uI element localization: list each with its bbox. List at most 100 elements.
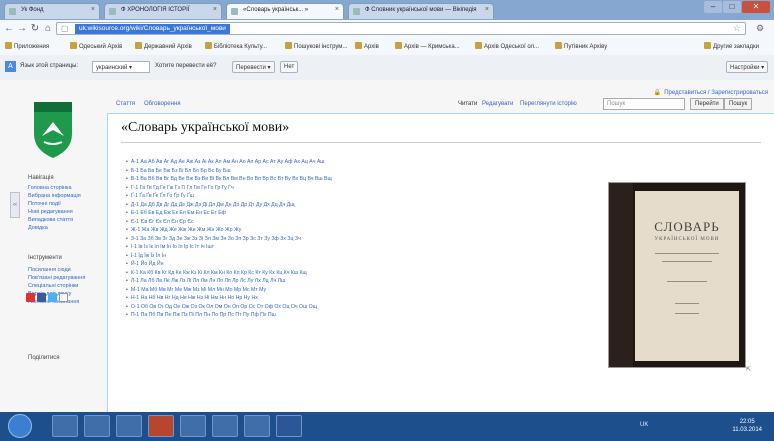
sidebar-link[interactable]: Нові редагування — [28, 209, 73, 215]
ie-icon[interactable] — [52, 415, 78, 437]
letter-links[interactable]: Ї-1 Їд Їж Їз Їл Їн — [131, 253, 166, 259]
bookmark-item[interactable]: Архів — [355, 42, 379, 50]
letter-links[interactable]: Ґ-1 Ґа Ґв Ґе Ґл Ґо Ґр Ґу Ґш — [131, 193, 194, 199]
back-icon[interactable]: ← — [3, 22, 15, 35]
home-icon[interactable]: ⌂ — [42, 22, 54, 35]
translate-settings-button[interactable]: Настройки ▾ — [726, 61, 769, 73]
close-window-icon[interactable]: ✕ — [742, 1, 770, 13]
chrome-icon[interactable] — [180, 415, 206, 437]
close-icon[interactable]: × — [335, 6, 339, 13]
bookmark-item[interactable]: Архів Одеської ол... — [475, 42, 539, 50]
more-icon[interactable] — [59, 293, 68, 302]
letter-links[interactable]: Д-1 Да Дб Дв Дг Дд Де Дж Дз Ді Дл Дм Дн … — [131, 202, 295, 208]
letter-links[interactable]: А-1 Аа Аб Ав Аг Ад Ае Аж Аз Аі Ак Ал Ам … — [131, 159, 325, 165]
url-text[interactable]: uk.wikisource.org/wiki/Словарь_українськ… — [75, 24, 230, 34]
forward-icon[interactable]: → — [16, 22, 28, 35]
letter-links[interactable]: О-1 Об Ов Ог Од Ое Ож Оз Ок Ол Ом Он Оп … — [131, 304, 317, 310]
tray-lang[interactable]: UK — [640, 422, 648, 428]
star-icon[interactable]: ☆ — [733, 23, 741, 34]
browser-tab[interactable]: Ук Фонд × — [4, 3, 100, 19]
letter-links[interactable]: Ж-1 Жа Жв Жд Же Жж Жи Жм Жн Жо Жр Жу — [131, 227, 242, 233]
app-icon[interactable] — [244, 415, 270, 437]
reload-icon[interactable]: ↻ — [29, 22, 41, 35]
no-translate-button[interactable]: Нет — [280, 61, 299, 73]
bullet-icon: • — [126, 295, 128, 301]
bookmark-item[interactable]: Архів — Кримська... — [395, 42, 460, 50]
sidebar-link[interactable]: Пов'язані редагування — [28, 275, 85, 281]
enlarge-icon[interactable]: ⇱ — [746, 366, 751, 373]
letter-links[interactable]: І-1 Ів Із Ік Іл Ім Ін Іо Іп Ір Іс Іт Іч … — [131, 244, 214, 250]
bookmark-item[interactable]: Приложения — [5, 42, 49, 50]
translate-button[interactable]: Перевести ▾ — [232, 61, 275, 73]
bookmark-item[interactable]: Пошукові інструм... — [285, 42, 347, 50]
letter-row: • Е-1 Еб Ев Ед Еж Ек Ел Ем Ен Ес Ет Еф — [126, 209, 546, 218]
bookmark-item[interactable]: Державний Архів — [135, 42, 192, 50]
tab-read[interactable]: Читати — [458, 101, 477, 107]
bullet-icon: • — [126, 193, 128, 199]
letter-links[interactable]: Л-1 Ла Лб Лв Ле Лж Лз Лі Лл Лм Лн Ло Лп … — [131, 278, 285, 284]
bookmark-item[interactable]: Путівник Архіву — [555, 42, 607, 50]
bookmark-item[interactable]: Одеський Архів — [70, 42, 122, 50]
letter-links[interactable]: В-1 Ва Вб Вв Вг Вд Ве Вж Вз Ви Ві Вк Вл … — [131, 176, 332, 182]
wrench-icon[interactable]: ⚙ — [756, 23, 764, 34]
sidebar-link[interactable]: Головна сторінка — [28, 185, 72, 191]
media-icon[interactable] — [116, 415, 142, 437]
bullet-icon: • — [126, 312, 128, 318]
tab-title: Ф Словник української мови — Вікіпедія — [365, 7, 477, 13]
explorer-icon[interactable] — [84, 415, 110, 437]
share-icon[interactable] — [26, 293, 35, 302]
letter-links[interactable]: Г-1 Га Гв Гд Ге Гж Гз Гі Гл Гм Гн Го Гр … — [131, 185, 234, 191]
address-bar[interactable]: ▢ uk.wikisource.org/wiki/Словарь_українс… — [56, 22, 746, 35]
search-input[interactable]: Пошук — [603, 98, 685, 110]
search-button[interactable]: Пошук — [724, 98, 753, 110]
sidebar-link[interactable]: Поточні події — [28, 201, 61, 207]
share-icons — [26, 293, 70, 304]
browser-tab[interactable]: Ф Словник української мови — Вікіпедія × — [348, 3, 494, 19]
go-button[interactable]: Перейти — [690, 98, 724, 110]
letter-links[interactable]: Й-1 Йо Йд Йн — [131, 261, 164, 267]
close-icon[interactable]: × — [213, 6, 217, 13]
letter-links[interactable]: Б-1 Ба Бв Бе Бж Бз Бі Бл Бо Бр Бс Бу Бш — [131, 168, 231, 174]
translate-prompt: Язык этой страницы: — [20, 63, 79, 69]
other-bookmarks[interactable]: Другие закладки — [704, 42, 759, 50]
twitter-icon[interactable] — [48, 293, 57, 302]
word-icon[interactable] — [276, 415, 302, 437]
letter-links[interactable]: Н-1 На Нб Нв Нг Нд Не Нж Нз Ні Нм Нн Но … — [131, 295, 258, 301]
close-icon[interactable]: × — [485, 6, 489, 13]
wiki-logo-icon[interactable] — [30, 98, 76, 160]
maximize-icon[interactable]: □ — [723, 1, 741, 13]
sidebar-link[interactable]: Довідка — [28, 225, 48, 231]
facebook-icon[interactable] — [37, 293, 46, 302]
language-select[interactable]: украинский ▾ — [92, 61, 150, 73]
letter-links[interactable]: П-1 Па Пб Пв Пе Пж Пз Пі Пл Пн По Пр Пс … — [131, 312, 276, 318]
sidebar-link[interactable]: Вибрана інформація — [28, 193, 81, 199]
sidebar-link[interactable]: Посилання сюди — [28, 267, 71, 273]
letter-links[interactable]: З-1 За Зб Зв Зг Зд Зе Зж Зз Зі Зл Зм Зн … — [131, 236, 301, 242]
sidebar-link[interactable]: Випадкова стаття — [28, 217, 73, 223]
sidebar-toggle[interactable]: ‹‹ — [10, 192, 20, 218]
clock[interactable]: 22:05 11.03.2014 — [732, 418, 762, 434]
bookmark-item[interactable]: Бібліотека Культу... — [205, 42, 267, 50]
book-rule — [675, 303, 699, 304]
tab-article[interactable]: Стаття — [116, 101, 135, 107]
browser-tab[interactable]: Ф ХРОНОЛОГІЯ ІСТОРІЇ × — [104, 3, 222, 19]
lock-icon: 🔒 — [653, 90, 662, 96]
letter-links[interactable]: К-1 Ка Кб Кв Кг Кд Ке Кж Кз Кі Кл Км Кн … — [131, 270, 307, 276]
tab-history[interactable]: Переглянути історію — [520, 101, 577, 107]
page-title: «Словарь української мови» — [121, 120, 290, 135]
letter-links[interactable]: М-1 Ма Мб Мв Мг Ме Мж Мз Мі Мл Мн Мо Мр … — [131, 287, 266, 293]
book-cover-image[interactable]: СЛОВАРЬ УКРАЇНСЬКОЇ МОВИ — [608, 182, 746, 368]
letter-row: • Ґ-1 Ґа Ґв Ґе Ґл Ґо Ґр Ґу Ґш — [126, 192, 546, 201]
sidebar-link[interactable]: Спеціальні сторінки — [28, 283, 78, 289]
folder-icon[interactable] — [212, 415, 238, 437]
powerpoint-icon[interactable] — [148, 415, 174, 437]
letter-links[interactable]: Е-1 Еб Ев Ед Еж Ек Ел Ем Ен Ес Ет Еф — [131, 210, 226, 216]
tab-talk[interactable]: Обговорення — [144, 101, 181, 107]
minimize-icon[interactable]: – — [704, 1, 722, 13]
tab-edit[interactable]: Редагувати — [482, 101, 513, 107]
close-icon[interactable]: × — [91, 6, 95, 13]
browser-tab-active[interactable]: «Словарь українськ... » × — [226, 3, 344, 19]
start-button[interactable] — [8, 414, 32, 438]
letter-links[interactable]: Є-1 Єв Єг Єк Єл Єн Єр Єс — [131, 219, 194, 225]
user-links[interactable]: 🔒 Представиться / Зарегистрироваться — [651, 89, 768, 96]
